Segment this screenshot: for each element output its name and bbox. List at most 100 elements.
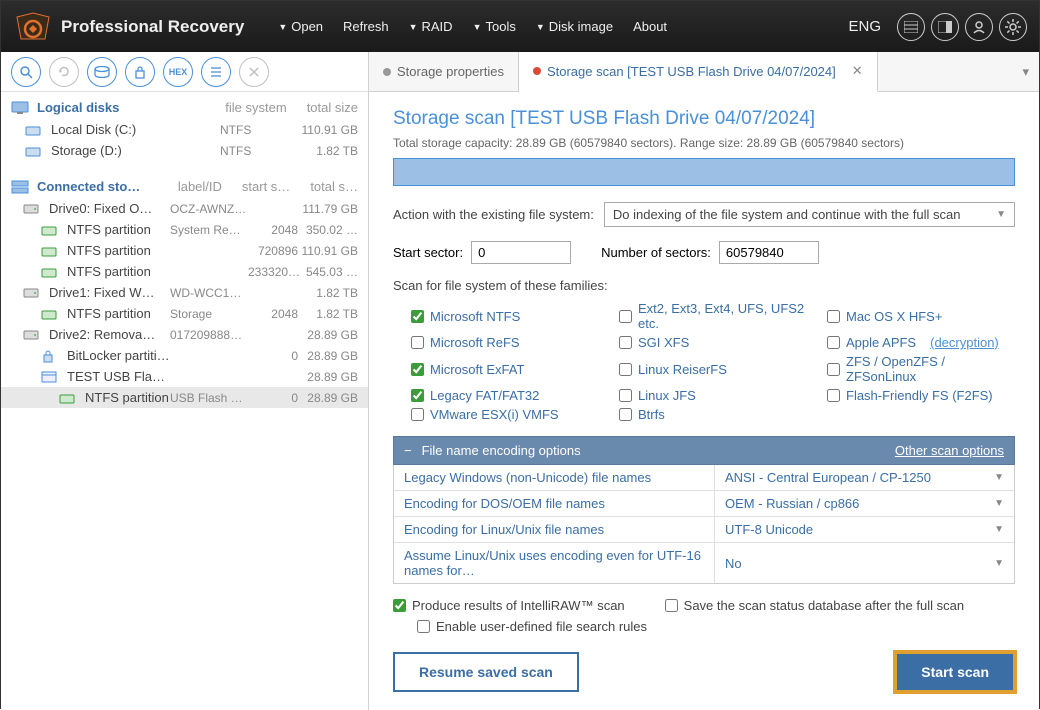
fs-checkbox[interactable]: Apple APFS(decryption)	[827, 335, 1015, 350]
encoding-value-select[interactable]: No▼	[714, 543, 1014, 583]
panel-icon[interactable]	[897, 13, 925, 41]
row-label: NTFS partition	[67, 243, 170, 258]
chevron-down-icon: ▼	[994, 498, 1004, 509]
encoding-key: Legacy Windows (non-Unicode) file names	[394, 465, 714, 490]
chevron-down-icon: ▼	[409, 22, 418, 32]
menu-tools[interactable]: ▼Tools	[467, 15, 522, 38]
fs-checkbox[interactable]: Legacy FAT/FAT32	[411, 388, 599, 403]
fs-checkbox[interactable]: ZFS / OpenZFS / ZFSonLinux	[827, 354, 1015, 384]
list-icon[interactable]	[201, 57, 231, 87]
fs-checkbox[interactable]: Mac OS X HFS+	[827, 301, 1015, 331]
disk-icon[interactable]	[87, 57, 117, 87]
app-title: Professional Recovery	[61, 17, 244, 37]
partition-icon	[23, 203, 43, 215]
num-sectors-input[interactable]	[719, 241, 819, 264]
encoding-value-select[interactable]: ANSI - Central European / CP-1250▼	[714, 465, 1014, 490]
tab-storage-scan[interactable]: Storage scan [TEST USB Flash Drive 04/07…	[519, 52, 878, 92]
storage-row[interactable]: NTFS partition 720896110.91 GB	[1, 240, 368, 261]
encoding-row: Legacy Windows (non-Unicode) file names …	[394, 465, 1014, 491]
menu-raid[interactable]: ▼RAID	[403, 15, 459, 38]
search-icon[interactable]	[11, 57, 41, 87]
storage-row[interactable]: NTFS partition System Re…2048350.02 …	[1, 219, 368, 240]
row-label: Drive1: Fixed W…	[49, 285, 170, 300]
close-tab-icon[interactable]: ✕	[852, 63, 863, 79]
user-icon[interactable]	[965, 13, 993, 41]
decryption-link[interactable]: (decryption)	[930, 335, 999, 350]
encoding-row: Encoding for Linux/Unix file names UTF-8…	[394, 517, 1014, 543]
start-sector-input[interactable]	[471, 241, 571, 264]
encoding-key: Assume Linux/Unix uses encoding even for…	[394, 543, 714, 583]
row-label: NTFS partition	[67, 222, 170, 237]
fs-checkbox[interactable]: Btrfs	[619, 407, 807, 422]
chevron-down-icon: ▼	[994, 472, 1004, 483]
user-rules-checkbox[interactable]: Enable user-defined file search rules	[417, 619, 1015, 634]
storage-row[interactable]: Drive2: Remova… 017209888…28.89 GB	[1, 324, 368, 345]
storage-row[interactable]: NTFS partition USB Flash …028.89 GB	[1, 387, 368, 408]
action-label: Action with the existing file system:	[393, 207, 594, 222]
collapse-icon[interactable]: −	[404, 443, 412, 458]
tab-storage-properties[interactable]: Storage properties	[369, 52, 519, 91]
storage-row[interactable]: Drive0: Fixed O… OCZ-AWNZ…111.79 GB	[1, 198, 368, 219]
language-selector[interactable]: ENG	[848, 18, 881, 35]
fs-checkbox[interactable]: Microsoft ReFS	[411, 335, 599, 350]
fs-checkbox[interactable]: VMware ESX(i) VMFS	[411, 407, 599, 422]
action-select[interactable]: Do indexing of the file system and conti…	[604, 202, 1015, 227]
chevron-down-icon: ▼	[996, 209, 1006, 220]
fs-checkbox[interactable]: Flash-Friendly FS (F2FS)	[827, 388, 1015, 403]
other-scan-options-link[interactable]: Other scan options	[895, 443, 1004, 458]
num-sectors-label: Number of sectors:	[601, 245, 711, 260]
intelliraw-checkbox[interactable]: Produce results of IntelliRAW™ scan	[393, 598, 625, 613]
tab-indicator-icon	[533, 67, 541, 75]
row-label: Drive0: Fixed O…	[49, 201, 170, 216]
monitor-icon	[11, 101, 31, 115]
storage-row[interactable]: TEST USB Flash… 28.89 GB	[1, 366, 368, 387]
partition-icon	[41, 308, 61, 320]
connected-storages-header: Connected sto… label/IDstart s…total s…	[1, 171, 368, 198]
fs-checkbox[interactable]: Microsoft ExFAT	[411, 354, 599, 384]
row-label: TEST USB Flash…	[67, 369, 170, 384]
menu-diskimage[interactable]: ▼Disk image	[530, 15, 619, 38]
layout-icon[interactable]	[931, 13, 959, 41]
page-title: Storage scan [TEST USB Flash Drive 04/07…	[393, 108, 1015, 130]
capacity-info: Total storage capacity: 28.89 GB (605798…	[393, 136, 1015, 150]
fs-checkbox[interactable]: Ext2, Ext3, Ext4, UFS, UFS2 etc.	[619, 301, 807, 331]
lock-icon[interactable]	[125, 57, 155, 87]
fs-checkbox[interactable]: Linux ReiserFS	[619, 354, 807, 384]
close-icon	[239, 57, 269, 87]
fs-checkbox[interactable]: Microsoft NTFS	[411, 301, 599, 331]
encoding-row: Assume Linux/Unix uses encoding even for…	[394, 543, 1014, 583]
row-label: NTFS partition	[67, 306, 170, 321]
gear-icon[interactable]	[999, 13, 1027, 41]
chevron-down-icon: ▼	[994, 524, 1004, 535]
chevron-down-icon: ▼	[473, 22, 482, 32]
save-status-checkbox[interactable]: Save the scan status database after the …	[665, 598, 964, 613]
disk-icon	[25, 124, 45, 136]
start-scan-button[interactable]: Start scan	[895, 652, 1015, 692]
partition-icon	[23, 329, 43, 341]
partition-icon	[41, 224, 61, 236]
tabs-dropdown-icon[interactable]: ▾	[1012, 52, 1039, 91]
logical-disk-row[interactable]: Storage (D:) NTFS1.82 TB	[1, 140, 368, 161]
storage-row[interactable]: Drive1: Fixed W… WD-WCC1…1.82 TB	[1, 282, 368, 303]
resume-scan-button[interactable]: Resume saved scan	[393, 652, 579, 692]
chevron-down-icon: ▼	[994, 558, 1004, 569]
storage-row[interactable]: NTFS partition 233320…545.03 …	[1, 261, 368, 282]
fs-checkbox[interactable]: SGI XFS	[619, 335, 807, 350]
menu-refresh[interactable]: Refresh	[337, 15, 395, 38]
partition-icon	[41, 349, 61, 363]
encoding-row: Encoding for DOS/OEM file names OEM - Ru…	[394, 491, 1014, 517]
storage-row[interactable]: NTFS partition Storage20481.82 TB	[1, 303, 368, 324]
hex-icon[interactable]: HEX	[163, 57, 193, 87]
disk-icon	[25, 145, 45, 157]
encoding-value-select[interactable]: UTF-8 Unicode▼	[714, 517, 1014, 542]
encoding-value-select[interactable]: OEM - Russian / cp866▼	[714, 491, 1014, 516]
encoding-options-header[interactable]: − File name encoding options Other scan …	[393, 436, 1015, 465]
storage-row[interactable]: BitLocker partiti… 028.89 GB	[1, 345, 368, 366]
fs-checkbox[interactable]: Linux JFS	[619, 388, 807, 403]
partition-icon	[59, 392, 79, 404]
menu-open[interactable]: ▼Open	[272, 15, 329, 38]
menu-about[interactable]: About	[627, 15, 673, 38]
logical-disk-row[interactable]: Local Disk (C:) NTFS110.91 GB	[1, 119, 368, 140]
encoding-key: Encoding for Linux/Unix file names	[394, 517, 714, 542]
progress-bar	[393, 158, 1015, 186]
